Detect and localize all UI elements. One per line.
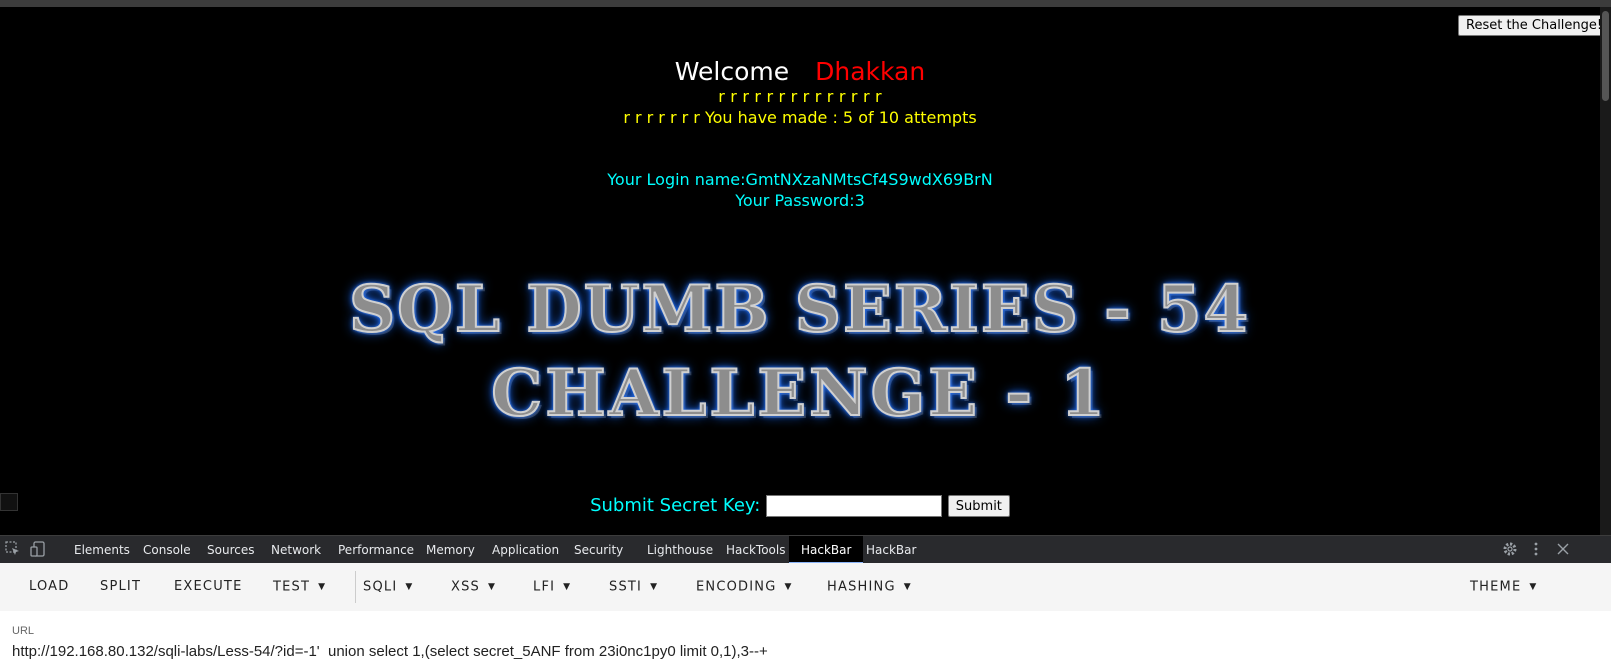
tab-hacktools[interactable]: HackTools [726, 536, 785, 564]
split-button[interactable]: SPLIT [100, 563, 141, 611]
encoding-menu-button[interactable]: ENCODING ▼ [696, 563, 793, 611]
login-name-text: Your Login name:GmtNXzaNMtsCf4S9wdX69BrN [607, 170, 993, 189]
ssti-menu-button[interactable]: SSTI ▼ [609, 563, 658, 611]
url-field-area[interactable]: URL http://192.168.80.132/sqli-labs/Less… [0, 611, 1611, 668]
reset-challenge-button[interactable]: Reset the Challenge! [1458, 15, 1611, 36]
device-toggle-icon[interactable] [30, 541, 46, 561]
ssti-label: SSTI [609, 579, 643, 595]
tab-performance[interactable]: Performance [338, 536, 414, 564]
welcome-name: Dhakkan [815, 57, 926, 86]
welcome-line: Welcome Dhakkan [0, 57, 1600, 86]
url-input[interactable]: http://192.168.80.132/sqli-labs/Less-54/… [12, 643, 768, 660]
tab-elements[interactable]: Elements [74, 536, 130, 564]
lfi-menu-button[interactable]: LFI ▼ [533, 563, 571, 611]
secret-key-input[interactable] [766, 495, 943, 517]
lfi-label: LFI [533, 579, 556, 595]
xss-label: XSS [451, 579, 481, 595]
hashing-label: HASHING [827, 579, 896, 595]
inspect-icon[interactable] [5, 541, 21, 561]
hackbar-toolbar: LOAD SPLIT EXECUTE TEST ▼ SQLI ▼ XSS ▼ LFI ▼… [0, 563, 1611, 612]
test-label: TEST [273, 579, 311, 595]
url-label: URL [12, 625, 35, 637]
test-menu-button[interactable]: TEST ▼ [273, 563, 326, 611]
page-viewport: Reset the Challenge! Welcome Dhakkan r r … [0, 7, 1611, 535]
chevron-down-icon: ▼ [488, 582, 497, 592]
chevron-down-icon: ▼ [563, 582, 572, 592]
chevron-down-icon: ▼ [405, 582, 414, 592]
load-button[interactable]: LOAD [29, 563, 70, 611]
encoding-label: ENCODING [696, 579, 777, 595]
tab-hackbar-active[interactable]: HackBar [789, 536, 864, 564]
sqli-label: SQLI [363, 579, 398, 595]
more-vert-icon[interactable] [1533, 541, 1539, 561]
xss-menu-button[interactable]: XSS ▼ [451, 563, 496, 611]
browser-top-strip [0, 0, 1611, 7]
chevron-down-icon: ▼ [1529, 582, 1538, 592]
page-scrollbar[interactable] [1600, 7, 1611, 535]
sqli-menu-button[interactable]: SQLI ▼ [363, 563, 414, 611]
tab-sources[interactable]: Sources [207, 536, 254, 564]
toolbar-divider [355, 571, 356, 603]
scrollbar-thumb[interactable] [1602, 11, 1609, 101]
password-text: Your Password:3 [735, 191, 865, 210]
hashing-menu-button[interactable]: HASHING ▼ [827, 563, 912, 611]
submit-button[interactable]: Submit [947, 495, 1010, 517]
tab-memory[interactable]: Memory [426, 536, 475, 564]
banner-line-1: SQL DUMB SERIES - 54 [348, 271, 1251, 348]
tab-lighthouse[interactable]: Lighthouse [647, 536, 713, 564]
r-row-text: r r r r r r r r r r r r r r [718, 87, 882, 106]
theme-label: THEME [1470, 579, 1522, 595]
tab-security[interactable]: Security [574, 536, 623, 564]
challenge-banner: SQL DUMB SERIES - 54 CHALLENGE - 1 [258, 271, 1341, 442]
submit-key-label: Submit Secret Key: [590, 495, 761, 516]
attempts-text: r r r r r r r You have made : 5 of 10 at… [623, 108, 977, 127]
submit-key-form: Submit Secret Key: Submit [0, 495, 1600, 517]
tab-console[interactable]: Console [143, 536, 191, 564]
chevron-down-icon: ▼ [318, 582, 327, 592]
tab-network[interactable]: Network [271, 536, 321, 564]
devtools-tabbar: Elements Console Sources Network Perform… [0, 535, 1611, 564]
chevron-down-icon: ▼ [903, 582, 912, 592]
tab-application[interactable]: Application [492, 536, 559, 564]
close-icon[interactable] [1556, 541, 1570, 561]
banner-line-2: CHALLENGE - 1 [490, 355, 1108, 432]
chevron-down-icon: ▼ [650, 582, 659, 592]
gear-icon[interactable] [1502, 541, 1518, 561]
execute-button[interactable]: EXECUTE [174, 563, 242, 611]
welcome-label: Welcome [674, 57, 790, 86]
theme-menu-button[interactable]: THEME ▼ [1470, 563, 1538, 611]
tab-hackbar[interactable]: HackBar [866, 536, 916, 564]
chevron-down-icon: ▼ [784, 582, 793, 592]
